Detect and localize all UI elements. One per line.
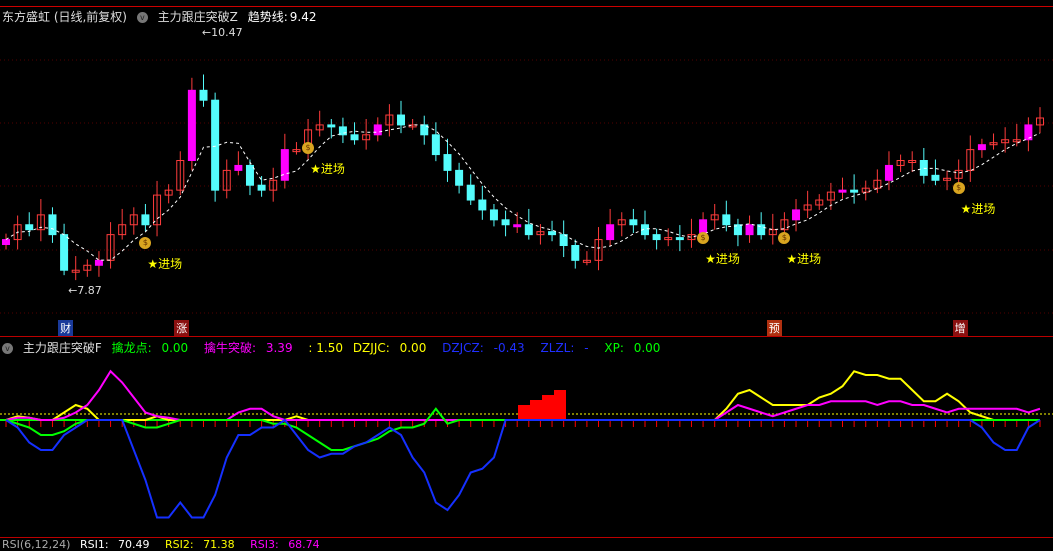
candle	[850, 189, 859, 193]
event-tag[interactable]: 预	[766, 320, 782, 336]
candle	[94, 259, 103, 266]
candle	[373, 124, 382, 136]
signal-bar	[530, 400, 542, 420]
candle	[675, 237, 684, 241]
panel-divider	[0, 336, 1053, 337]
rsi2-label: RSI2:	[165, 538, 194, 551]
candle	[2, 239, 10, 246]
candle	[60, 234, 69, 271]
candle	[443, 154, 452, 171]
signal-bar	[518, 405, 530, 420]
candle	[606, 224, 615, 241]
candle	[501, 219, 510, 226]
candle	[745, 224, 754, 236]
candlestick-chart[interactable]: ←10.47 ←7.87	[0, 0, 1053, 320]
candle	[431, 134, 440, 156]
candle	[548, 231, 557, 236]
candle	[211, 99, 220, 191]
candle	[513, 224, 522, 228]
candle	[280, 149, 289, 181]
candle	[931, 174, 940, 181]
high-price-label: ←10.47	[202, 26, 243, 39]
rsi2-value: 71.38	[203, 538, 235, 551]
candle	[141, 214, 150, 226]
money-bag-icon: $	[697, 231, 710, 244]
candle	[571, 245, 580, 261]
money-bag-icon: $	[952, 182, 965, 195]
candle	[489, 209, 498, 221]
candle	[327, 124, 336, 128]
candle	[199, 89, 208, 101]
candle	[838, 189, 847, 193]
candle	[187, 89, 196, 161]
candle	[257, 184, 266, 191]
indicator-chart[interactable]	[0, 352, 1053, 537]
rsi-header: RSI(6,12,24) RSI1: 70.49 RSI2: 71.38 RSI…	[2, 538, 332, 551]
candle	[722, 214, 731, 226]
signal-bar	[542, 395, 554, 420]
entry-signal-label: ★进场	[705, 251, 740, 266]
candle	[397, 114, 406, 126]
signal-bar	[554, 390, 566, 420]
event-tag[interactable]: 增	[952, 320, 968, 336]
candle	[977, 144, 986, 151]
candle	[652, 234, 661, 241]
candle	[884, 164, 893, 181]
entry-signal-label: ★进场	[147, 256, 183, 271]
rsi3-label: RSI3:	[250, 538, 279, 551]
entry-signal-label: ★进场	[786, 251, 822, 266]
event-tag[interactable]: 涨	[174, 320, 190, 336]
money-bag-icon: $	[302, 141, 315, 154]
candle	[350, 134, 359, 141]
candle	[466, 184, 475, 201]
candle	[234, 164, 243, 171]
rsi1-label: RSI1:	[79, 538, 109, 551]
low-price-label: ←7.87	[68, 284, 102, 297]
candle	[792, 209, 801, 221]
candle	[25, 224, 34, 231]
candle	[629, 219, 638, 226]
rsi3-value: 68.74	[288, 538, 320, 551]
rsi1-value: 70.49	[118, 538, 150, 551]
rsi-name[interactable]: RSI(6,12,24)	[2, 538, 70, 551]
blue-series-line	[5, 418, 1041, 519]
candle	[48, 214, 57, 236]
entry-signal-label: ★进场	[960, 202, 996, 217]
trend-line	[5, 124, 1041, 261]
entry-signal-label: ★进场	[310, 161, 345, 176]
candle	[478, 199, 487, 211]
candle	[524, 224, 533, 236]
candle	[245, 164, 254, 186]
candle	[455, 169, 464, 186]
event-tag[interactable]: 财	[58, 320, 74, 336]
